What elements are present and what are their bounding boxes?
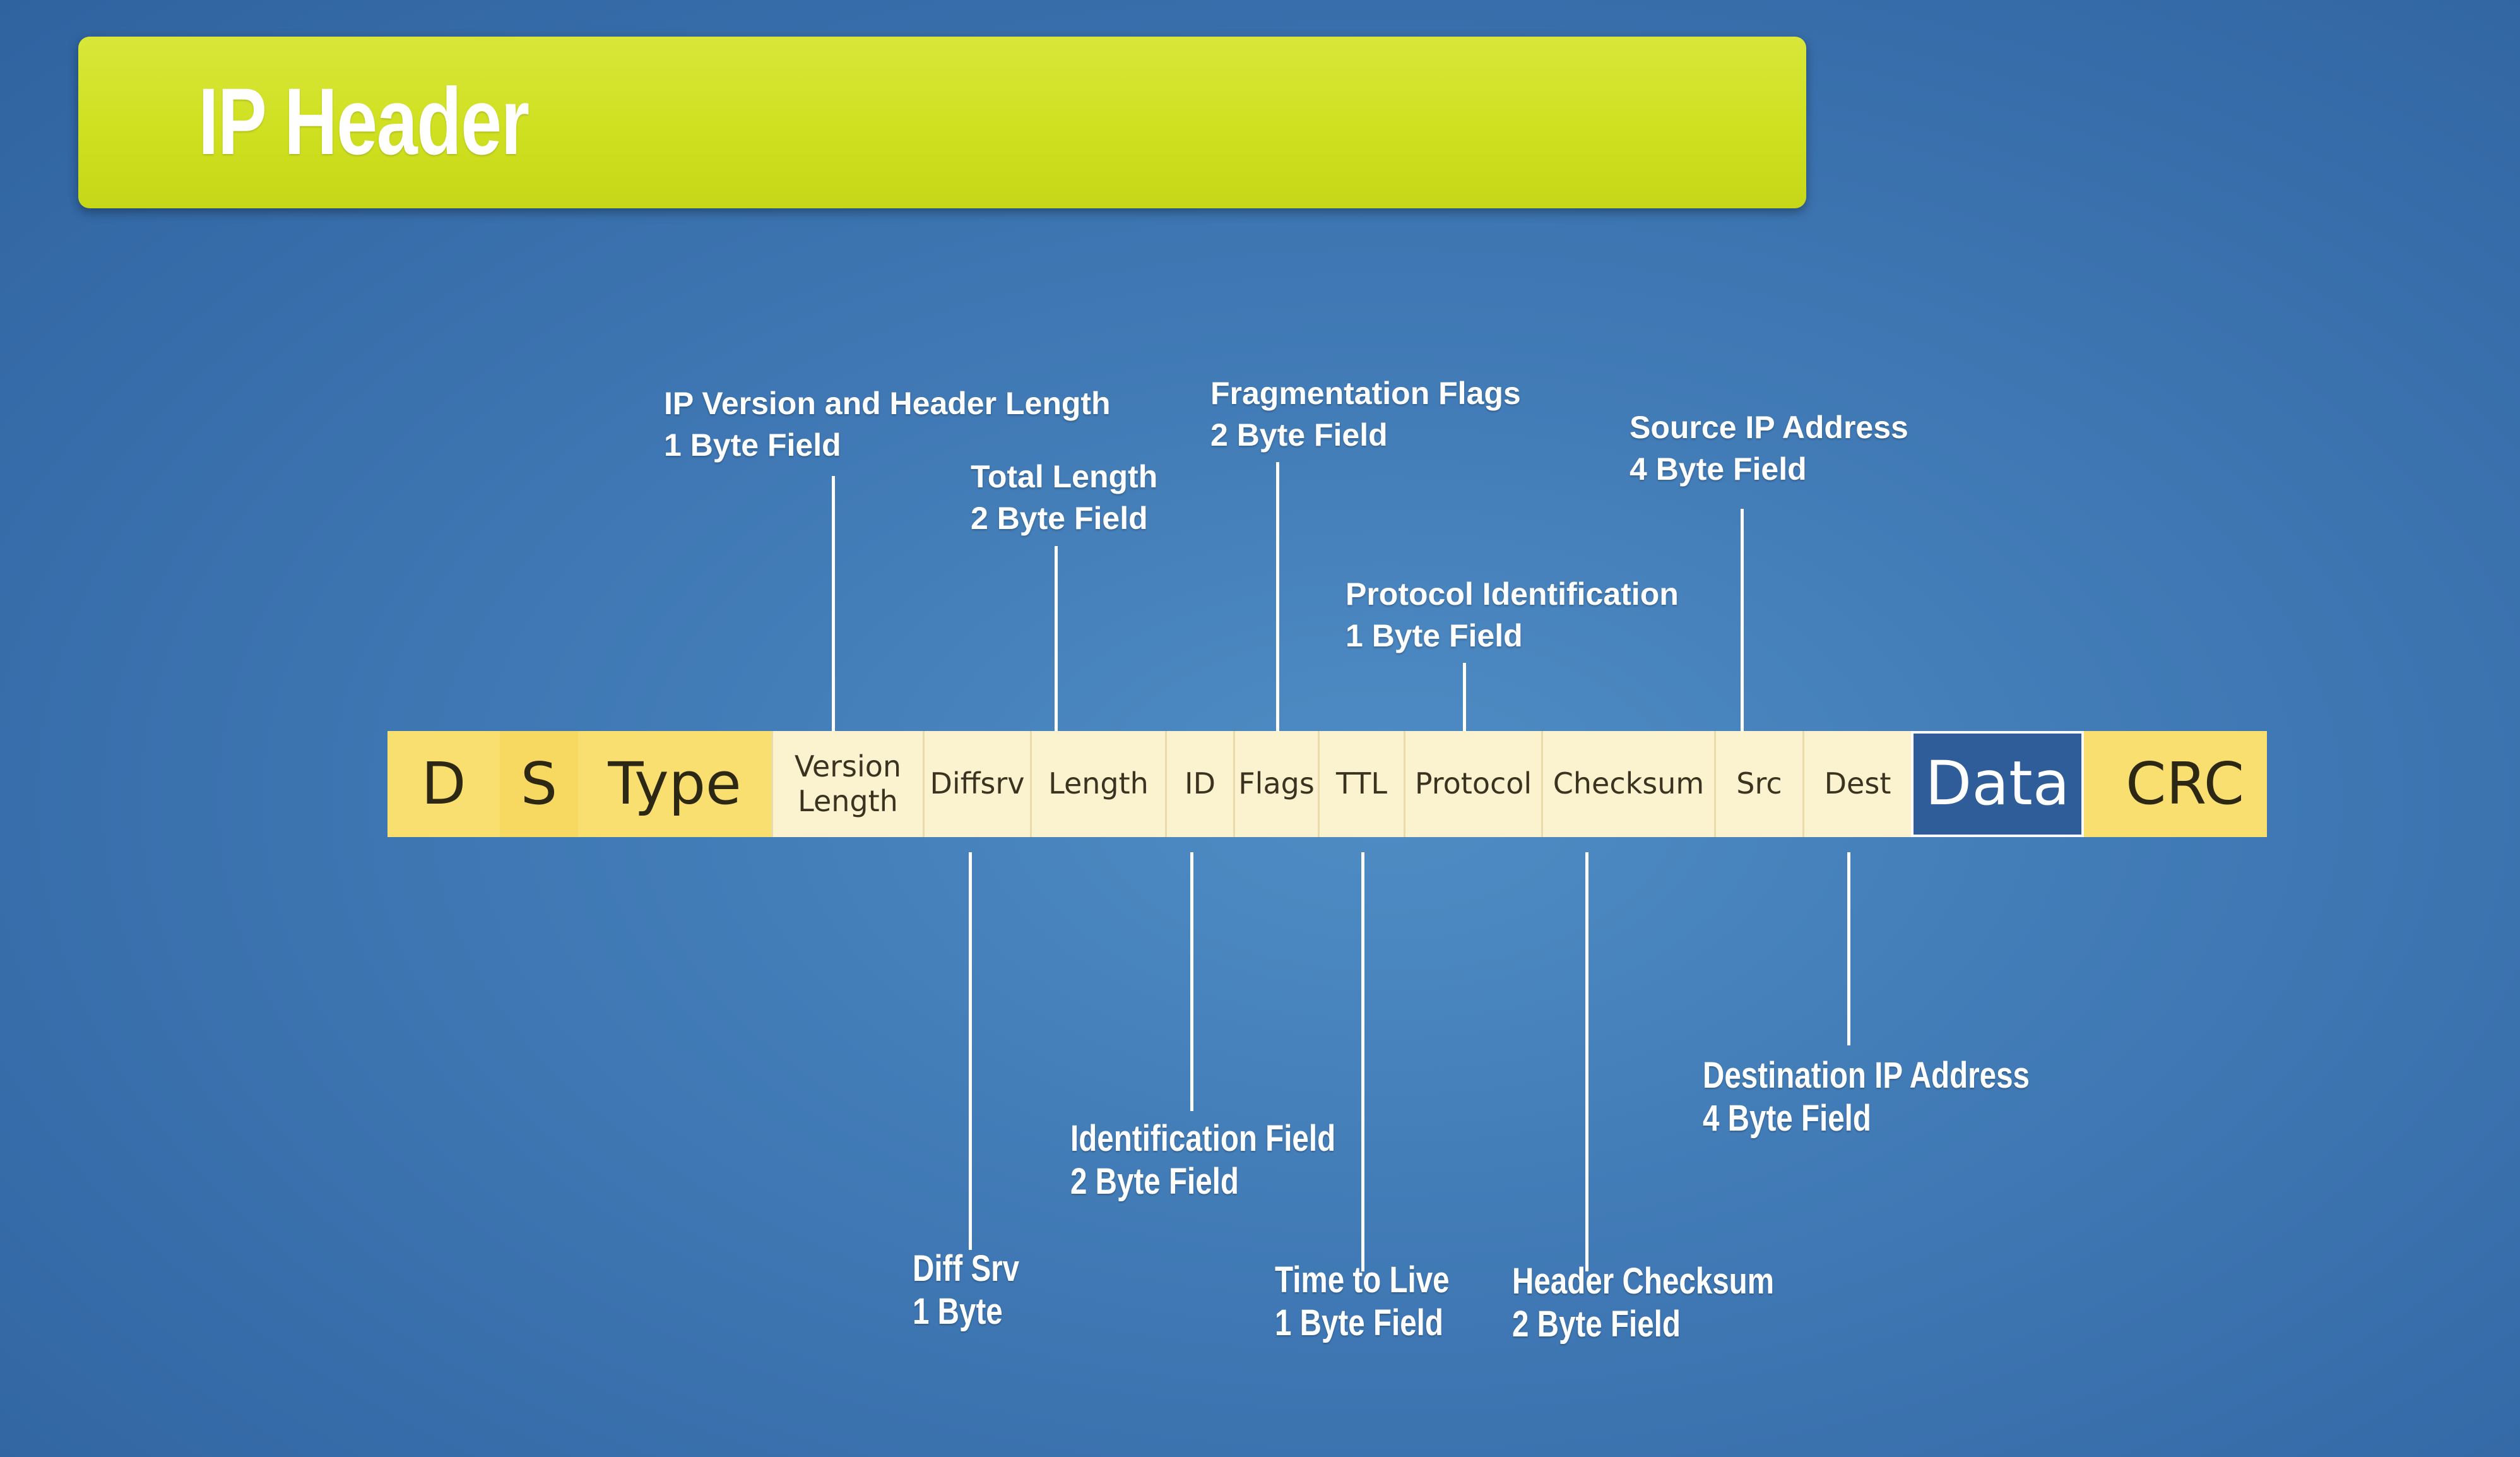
connector-frag-flags-line [1276, 462, 1279, 731]
field-crc: CRC [2084, 731, 2267, 837]
field-checksum: Checksum [1541, 731, 1714, 837]
callout-protocol: Protocol Identification 1 Byte Field [1346, 573, 1679, 657]
callout-identification: Identification Field 2 Byte Field [1070, 1117, 1335, 1203]
connector-checksum-line [1585, 852, 1588, 1271]
callout-checksum-size: 2 Byte Field [1512, 1304, 1681, 1345]
callout-identification-title: Identification Field [1070, 1118, 1336, 1159]
callout-source-ip-title: Source IP Address [1630, 410, 1908, 445]
connector-total-length-line [1055, 546, 1058, 731]
field-protocol: Protocol [1404, 731, 1541, 837]
callout-total-length-title: Total Length [971, 459, 1158, 494]
field-flags: Flags [1233, 731, 1318, 837]
field-src: Src [1714, 731, 1802, 837]
field-version-length: Version Length [771, 731, 923, 837]
callout-destination-ip: Destination IP Address 4 Byte Field [1703, 1054, 2030, 1140]
callout-identification-size: 2 Byte Field [1070, 1161, 1239, 1202]
connector-version-line [832, 476, 835, 731]
callout-ttl-title: Time to Live [1275, 1259, 1450, 1300]
field-type: Type [578, 731, 771, 837]
callout-dest-ip-title: Destination IP Address [1703, 1055, 2030, 1096]
field-diffsrv: Diffsrv [923, 731, 1030, 837]
callout-header-checksum: Header Checksum 2 Byte Field [1512, 1260, 1774, 1346]
callout-total-length-size: 2 Byte Field [971, 501, 1148, 536]
callout-diff-srv-title: Diff Srv [913, 1248, 1020, 1289]
callout-checksum-title: Header Checksum [1512, 1261, 1775, 1302]
field-dest: Dest [1802, 731, 1911, 837]
callout-dest-ip-size: 4 Byte Field [1703, 1098, 1871, 1139]
field-s: S [500, 731, 578, 837]
field-data: Data [1911, 731, 2084, 837]
field-ttl: TTL [1318, 731, 1404, 837]
connector-source-ip-line [1741, 509, 1744, 731]
callout-frag-flags-size: 2 Byte Field [1210, 417, 1388, 453]
packet-structure-bar: D S Type Version Length Diffsrv Length I… [387, 731, 2267, 837]
callout-diff-srv: Diff Srv 1 Byte [913, 1247, 1019, 1333]
callout-protocol-size: 1 Byte Field [1346, 618, 1523, 653]
field-length-label: Length [798, 784, 898, 818]
callout-frag-flags: Fragmentation Flags 2 Byte Field [1210, 372, 1521, 456]
callout-diff-srv-size: 1 Byte [913, 1291, 1003, 1332]
field-id: ID [1165, 731, 1233, 837]
callout-ttl-size: 1 Byte Field [1275, 1302, 1443, 1343]
connector-identification-line [1190, 852, 1193, 1111]
callout-total-length: Total Length 2 Byte Field [971, 456, 1157, 539]
callout-ip-version-title: IP Version and Header Length [664, 386, 1111, 421]
connector-ttl-line [1361, 852, 1364, 1271]
callout-source-ip-size: 4 Byte Field [1630, 451, 1807, 487]
connector-dest-ip-line [1847, 852, 1850, 1045]
connector-diff-srv-line [969, 852, 972, 1250]
field-version-label: Version [794, 749, 902, 783]
field-length: Length [1030, 731, 1165, 837]
title-banner: IP Header [78, 37, 1806, 208]
callout-source-ip: Source IP Address 4 Byte Field [1630, 407, 1908, 490]
callout-ip-version: IP Version and Header Length 1 Byte Fiel… [664, 383, 1111, 466]
page-title: IP Header [198, 68, 529, 174]
connector-protocol-line [1463, 663, 1466, 731]
callout-time-to-live: Time to Live 1 Byte Field [1275, 1259, 1450, 1345]
callout-frag-flags-title: Fragmentation Flags [1210, 376, 1521, 411]
callout-protocol-title: Protocol Identification [1346, 576, 1679, 612]
field-d: D [387, 731, 500, 837]
